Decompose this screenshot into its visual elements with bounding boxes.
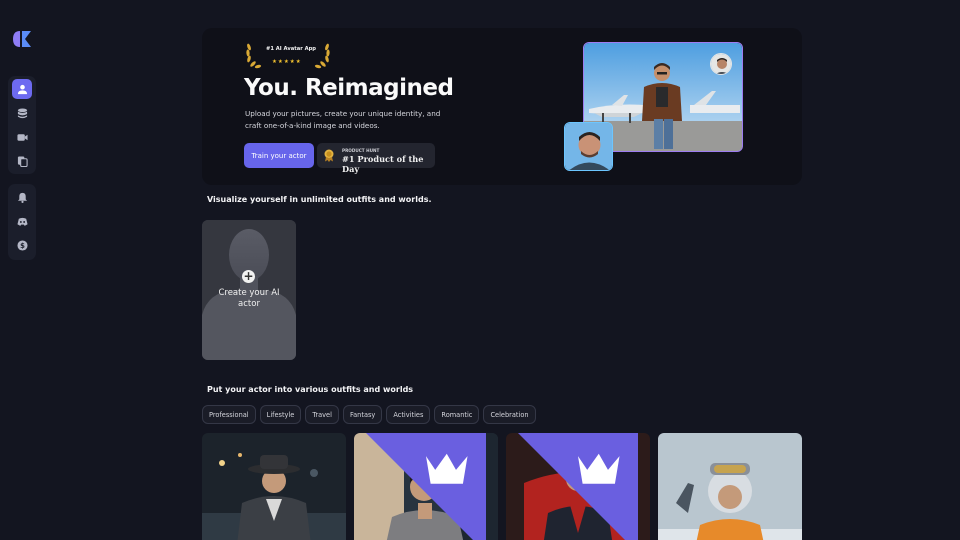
style-card-executive[interactable] — [506, 433, 650, 540]
style-card-detective[interactable] — [202, 433, 346, 540]
nav-pricing-button[interactable]: $ — [12, 235, 32, 255]
bell-icon — [17, 192, 27, 203]
create-actor-label: Create your AI actor — [218, 288, 280, 309]
train-actor-button[interactable]: Train your actor — [244, 143, 314, 168]
database-icon — [17, 107, 27, 118]
sidebar-secondary-nav: $ — [8, 184, 36, 260]
nav-actors-button[interactable] — [12, 79, 32, 99]
category-chip-celebration[interactable]: Celebration — [483, 405, 536, 424]
category-chip-travel[interactable]: Travel — [305, 405, 339, 424]
dollar-icon: $ — [16, 239, 28, 251]
category-chip-activities[interactable]: Activities — [386, 405, 431, 424]
copy-icon — [17, 155, 28, 167]
product-hunt-eyebrow: PRODUCT HUNT — [342, 148, 380, 153]
video-icon — [16, 133, 28, 141]
product-hunt-badge[interactable]: PRODUCT HUNT #1 Product of the Day — [317, 143, 435, 174]
hero-subtitle: Upload your pictures, create your unique… — [245, 109, 441, 130]
create-actor-card[interactable]: + Create your AI actor — [202, 220, 296, 360]
award-label: #1 AI Avatar App — [266, 46, 317, 52]
reference-photo-large — [564, 122, 613, 171]
category-chip-romantic[interactable]: Romantic — [434, 405, 480, 424]
app-logo[interactable] — [11, 29, 33, 49]
premium-crown-icon — [518, 433, 638, 540]
style-card-city[interactable] — [354, 433, 498, 540]
hero-title: You. Reimagined — [244, 75, 454, 101]
plus-icon: + — [242, 269, 255, 283]
user-icon — [17, 84, 27, 94]
reference-photo-small — [710, 53, 732, 75]
premium-crown-icon — [366, 433, 486, 540]
category-filter-bar: Professional Lifestyle Travel Fantasy Ac… — [202, 405, 536, 424]
nav-discord-button[interactable] — [12, 211, 32, 231]
category-chip-fantasy[interactable]: Fantasy — [342, 405, 383, 424]
section-outfits-title: Put your actor into various outfits and … — [207, 385, 414, 394]
discord-icon — [16, 217, 28, 226]
section-visualize-title: Visualize yourself in unlimited outfits … — [207, 195, 432, 204]
nav-library-button[interactable] — [12, 151, 32, 171]
medal-icon — [324, 149, 334, 162]
style-gallery — [202, 433, 802, 540]
category-chip-lifestyle[interactable]: Lifestyle — [259, 405, 302, 424]
nav-notifications-button[interactable] — [12, 187, 32, 207]
product-hunt-title: #1 Product of the Day — [342, 154, 424, 174]
nav-videos-button[interactable] — [12, 127, 32, 147]
svg-text:$: $ — [20, 241, 25, 249]
sidebar-main-nav — [8, 76, 36, 174]
category-chip-professional[interactable]: Professional — [202, 405, 256, 424]
hero-banner: #1 AI Avatar App ★★★★★ You. Reimagined U… — [202, 28, 802, 185]
nav-images-button[interactable] — [12, 103, 32, 123]
style-card-pilot[interactable] — [658, 433, 802, 540]
rating-stars: ★★★★★ — [272, 59, 302, 65]
